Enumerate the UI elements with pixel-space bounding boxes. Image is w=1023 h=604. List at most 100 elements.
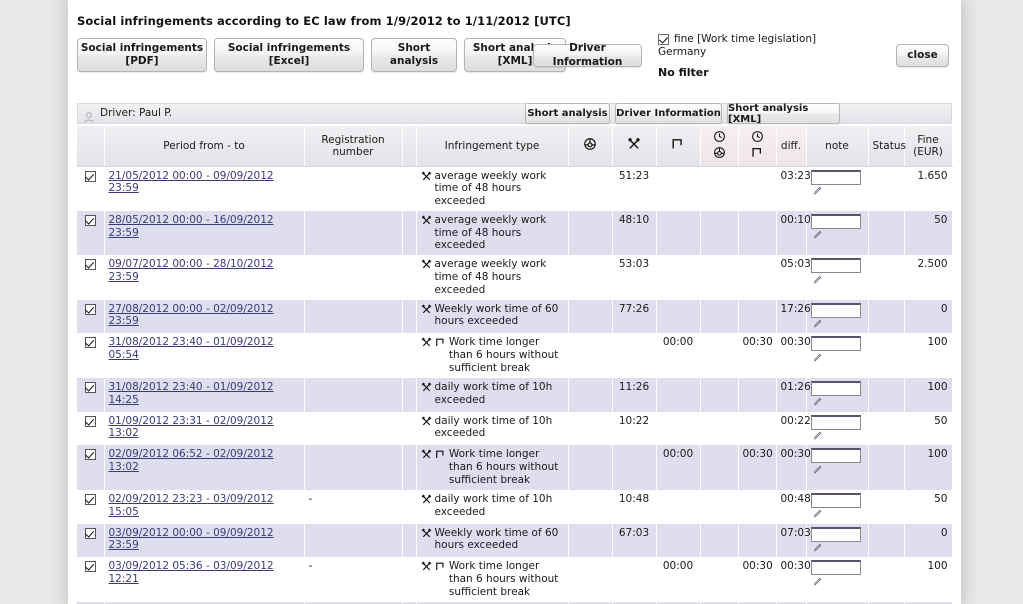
table-row[interactable]: 28/05/2012 00:00 - 16/09/2012 23:59 avera… xyxy=(77,210,953,256)
row-note-cell[interactable] xyxy=(806,299,869,334)
header-infringement-type[interactable]: Infringement type xyxy=(416,126,569,167)
row-period-cell[interactable]: 03/09/2012 05:36 - 03/09/2012 12:21 xyxy=(104,557,305,602)
note-input[interactable] xyxy=(810,169,861,185)
header-period[interactable]: Period from - to xyxy=(104,126,305,167)
header-work-time[interactable] xyxy=(612,126,657,167)
row-note-cell[interactable] xyxy=(806,333,869,378)
header-break-time[interactable] xyxy=(656,126,701,167)
table-row[interactable]: 27/08/2012 00:00 - 02/09/2012 23:59 Weekl… xyxy=(77,299,953,334)
edit-note-icon[interactable] xyxy=(813,229,823,240)
period-link[interactable]: 03/09/2012 05:36 - 03/09/2012 12:21 xyxy=(109,560,274,585)
row-checkbox[interactable] xyxy=(84,259,96,271)
header-note[interactable]: note xyxy=(806,126,869,167)
table-row[interactable]: 02/09/2012 06:52 - 02/09/2012 13:02 Work… xyxy=(77,445,953,490)
table-row[interactable]: 31/08/2012 23:40 - 01/09/2012 14:25 daily… xyxy=(77,377,953,412)
period-link[interactable]: 03/09/2012 00:00 - 09/09/2012 23:59 xyxy=(109,527,274,552)
row-checkbox[interactable] xyxy=(84,170,96,182)
note-input[interactable] xyxy=(810,560,861,576)
edit-note-icon[interactable] xyxy=(813,508,823,519)
period-link[interactable]: 31/08/2012 23:40 - 01/09/2012 05:54 xyxy=(109,336,274,361)
row-checkbox-cell[interactable] xyxy=(77,255,105,300)
row-checkbox[interactable] xyxy=(84,493,96,505)
row-period-cell[interactable]: 09/07/2012 00:00 - 28/10/2012 23:59 xyxy=(104,255,305,300)
header-total-work-time[interactable] xyxy=(700,126,739,167)
period-link[interactable]: 31/08/2012 23:40 - 01/09/2012 14:25 xyxy=(109,381,274,406)
row-period-cell[interactable]: 31/08/2012 23:40 - 01/09/2012 14:25 xyxy=(104,377,305,412)
row-note-cell[interactable] xyxy=(806,255,869,300)
note-input[interactable] xyxy=(810,526,861,542)
driver-information-button[interactable]: Driver Information xyxy=(533,42,642,68)
row-period-cell[interactable]: 21/05/2012 00:00 - 09/09/2012 23:59 xyxy=(104,166,305,211)
row-checkbox[interactable] xyxy=(84,449,96,461)
row-checkbox[interactable] xyxy=(84,381,96,393)
note-input[interactable] xyxy=(810,492,861,508)
short-analysis-button[interactable]: Short analysis xyxy=(371,38,457,72)
row-checkbox[interactable] xyxy=(84,214,96,226)
row-checkbox-cell[interactable] xyxy=(77,166,105,211)
fine-checkbox[interactable] xyxy=(658,34,669,45)
period-link[interactable]: 09/07/2012 00:00 - 28/10/2012 23:59 xyxy=(109,258,274,283)
row-checkbox-cell[interactable] xyxy=(77,299,105,334)
social-infringements-pdf-button[interactable]: Social infringements [PDF] xyxy=(77,38,207,72)
driver-short-analysis-xml-button[interactable]: Short analysis [XML] xyxy=(727,103,840,125)
row-period-cell[interactable]: 31/08/2012 23:40 - 01/09/2012 05:54 xyxy=(104,333,305,378)
note-input[interactable] xyxy=(810,302,861,318)
header-registration-number[interactable]: Registration number xyxy=(304,126,403,167)
edit-note-icon[interactable] xyxy=(813,352,823,363)
table-row[interactable]: 01/09/2012 23:31 - 02/09/2012 13:02 daily… xyxy=(77,411,953,446)
row-period-cell[interactable]: 03/09/2012 00:00 - 09/09/2012 23:59 xyxy=(104,523,305,558)
row-checkbox-cell[interactable] xyxy=(77,333,105,378)
header-diff[interactable]: diff. xyxy=(776,126,807,167)
row-period-cell[interactable]: 01/09/2012 23:31 - 02/09/2012 13:02 xyxy=(104,411,305,446)
row-note-cell[interactable] xyxy=(806,377,869,412)
table-row[interactable]: 21/05/2012 00:00 - 09/09/2012 23:59 avera… xyxy=(77,166,953,211)
row-checkbox[interactable] xyxy=(84,303,96,315)
row-checkbox-cell[interactable] xyxy=(77,210,105,256)
row-checkbox-cell[interactable] xyxy=(77,411,105,446)
period-link[interactable]: 01/09/2012 23:31 - 02/09/2012 13:02 xyxy=(109,415,274,440)
note-input[interactable] xyxy=(810,213,861,229)
edit-note-icon[interactable] xyxy=(813,576,823,587)
table-row[interactable]: 02/09/2012 23:23 - 03/09/2012 15:05 - dail… xyxy=(77,489,953,524)
row-checkbox-cell[interactable] xyxy=(77,557,105,602)
row-note-cell[interactable] xyxy=(806,489,869,524)
note-input[interactable] xyxy=(810,448,861,464)
note-input[interactable] xyxy=(810,336,861,352)
row-note-cell[interactable] xyxy=(806,166,869,211)
row-checkbox[interactable] xyxy=(84,527,96,539)
period-link[interactable]: 02/09/2012 23:23 - 03/09/2012 15:05 xyxy=(109,493,274,518)
row-note-cell[interactable] xyxy=(806,411,869,446)
row-note-cell[interactable] xyxy=(806,445,869,490)
header-fine[interactable]: Fine (EUR) xyxy=(904,126,953,167)
header-status[interactable]: Status xyxy=(868,126,906,167)
row-checkbox-cell[interactable] xyxy=(77,523,105,558)
header-drive-time[interactable] xyxy=(568,126,613,167)
social-infringements-excel-button[interactable]: Social infringements [Excel] xyxy=(214,38,364,72)
period-link[interactable]: 28/05/2012 00:00 - 16/09/2012 23:59 xyxy=(109,214,274,239)
row-period-cell[interactable]: 27/08/2012 00:00 - 02/09/2012 23:59 xyxy=(104,299,305,334)
row-checkbox-cell[interactable] xyxy=(77,445,105,490)
row-period-cell[interactable]: 02/09/2012 06:52 - 02/09/2012 13:02 xyxy=(104,445,305,490)
table-row[interactable]: 31/08/2012 23:40 - 01/09/2012 05:54 Work… xyxy=(77,333,953,378)
row-period-cell[interactable]: 28/05/2012 00:00 - 16/09/2012 23:59 xyxy=(104,210,305,256)
row-checkbox-cell[interactable] xyxy=(77,377,105,412)
edit-note-icon[interactable] xyxy=(813,185,823,196)
table-row[interactable]: 03/09/2012 05:36 - 03/09/2012 12:21 - Wor… xyxy=(77,557,953,602)
driver-short-analysis-button[interactable]: Short analysis xyxy=(525,103,610,124)
driver-driver-information-button[interactable]: Driver Information xyxy=(615,103,722,124)
edit-note-icon[interactable] xyxy=(813,542,823,553)
period-link[interactable]: 27/08/2012 00:00 - 02/09/2012 23:59 xyxy=(109,303,274,328)
row-checkbox-cell[interactable] xyxy=(77,489,105,524)
row-note-cell[interactable] xyxy=(806,210,869,256)
edit-note-icon[interactable] xyxy=(813,464,823,475)
row-checkbox[interactable] xyxy=(84,337,96,349)
note-input[interactable] xyxy=(810,414,861,430)
row-period-cell[interactable]: 02/09/2012 23:23 - 03/09/2012 15:05 xyxy=(104,489,305,524)
edit-note-icon[interactable] xyxy=(813,396,823,407)
row-checkbox[interactable] xyxy=(84,561,96,573)
period-link[interactable]: 21/05/2012 00:00 - 09/09/2012 23:59 xyxy=(109,170,274,195)
edit-note-icon[interactable] xyxy=(813,318,823,329)
table-row[interactable]: 03/09/2012 00:00 - 09/09/2012 23:59 Weekl… xyxy=(77,523,953,558)
close-button[interactable]: close xyxy=(896,44,949,67)
table-row[interactable]: 09/07/2012 00:00 - 28/10/2012 23:59 avera… xyxy=(77,255,953,300)
